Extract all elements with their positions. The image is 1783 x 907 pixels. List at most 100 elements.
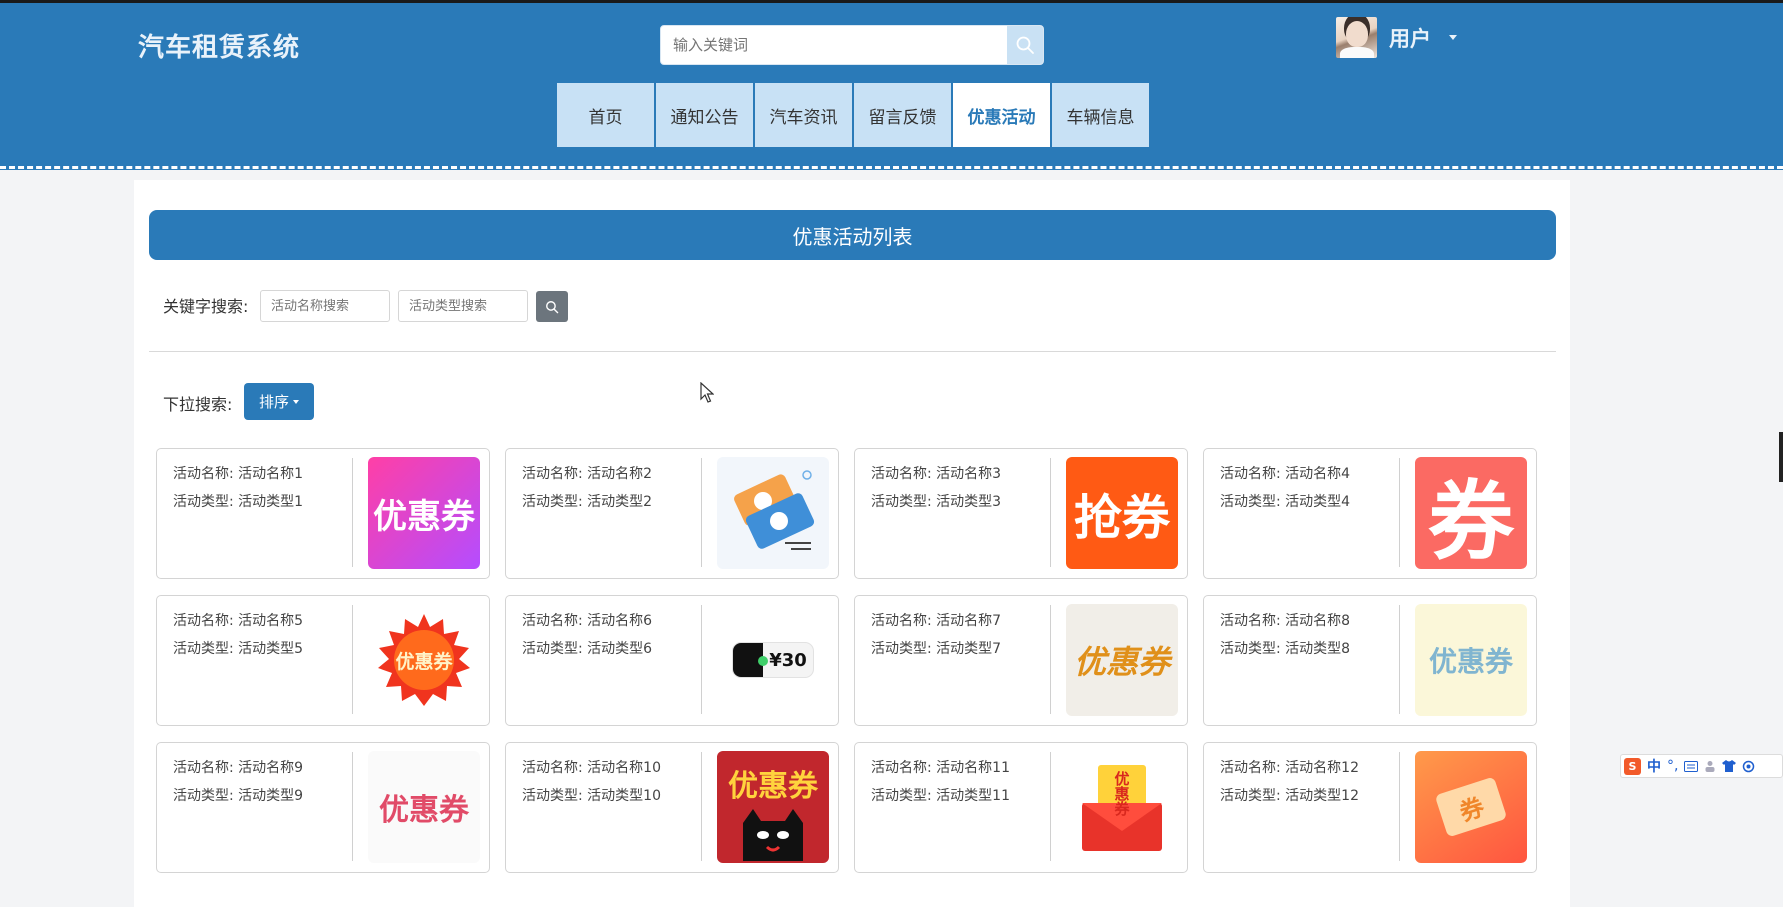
- activity-type: 活动类型: 活动类型10: [522, 788, 661, 804]
- activity-type: 活动类型: 活动类型12: [1220, 788, 1359, 804]
- promotion-card[interactable]: 活动名称: 活动名称1 活动类型: 活动类型1 优惠券: [156, 448, 490, 579]
- activity-type: 活动类型: 活动类型7: [871, 641, 1002, 657]
- coupon-image-text: 抢券: [1073, 490, 1170, 546]
- promotion-card[interactable]: 活动名称: 活动名称11 活动类型: 活动类型11 优惠券: [854, 742, 1188, 873]
- top-header: 汽车租赁系统 用户 首页 通知公告 汽车资讯 留言反馈 优惠活动 车辆信息: [0, 0, 1783, 170]
- search-icon: [1016, 36, 1034, 54]
- user-menu[interactable]: 用户: [1336, 17, 1457, 58]
- chevron-down-icon: [1449, 35, 1457, 40]
- promotion-card[interactable]: 活动名称: 活动名称9 活动类型: 活动类型9 优惠券: [156, 742, 490, 873]
- site-brand[interactable]: 汽车租赁系统: [138, 27, 300, 64]
- nav-item-feedback[interactable]: 留言反馈: [854, 83, 951, 147]
- settings-icon[interactable]: [1742, 760, 1755, 773]
- nav-item-notices[interactable]: 通知公告: [656, 83, 753, 147]
- card-separator: [352, 458, 353, 567]
- voucher-pill-left: [733, 643, 768, 677]
- card-separator: [1050, 458, 1051, 567]
- global-search-button[interactable]: [1007, 26, 1043, 64]
- ticket-icon: [734, 470, 815, 550]
- caret-down-icon: [293, 399, 299, 404]
- coupon-image-text: 优惠券: [395, 650, 453, 673]
- divider: [149, 351, 1556, 352]
- activity-type-search-input[interactable]: [398, 290, 528, 322]
- activity-name: 活动名称: 活动名称2: [522, 466, 653, 482]
- coupon-image: 优惠券: [368, 604, 480, 716]
- card-separator: [701, 458, 702, 567]
- activity-name: 活动名称: 活动名称4: [1220, 466, 1351, 482]
- global-search: [660, 25, 1044, 65]
- card-separator: [1399, 458, 1400, 567]
- ime-chinese-mode[interactable]: 中: [1647, 756, 1661, 776]
- activity-type: 活动类型: 活动类型5: [173, 641, 304, 657]
- coupon-image: ¥30: [717, 604, 829, 716]
- promotion-card[interactable]: 活动名称: 活动名称8 活动类型: 活动类型8 优惠券: [1203, 595, 1537, 726]
- card-separator: [1050, 605, 1051, 714]
- promotion-card[interactable]: 活动名称: 活动名称6 活动类型: 活动类型6 ¥30: [505, 595, 839, 726]
- ime-toolbar[interactable]: S 中 °,: [1620, 754, 1783, 778]
- coupon-image-text: 优惠券: [728, 769, 818, 804]
- activity-name: 活动名称: 活动名称3: [871, 466, 1002, 482]
- user-icon[interactable]: [1704, 760, 1716, 772]
- promotion-card[interactable]: 活动名称: 活动名称12 活动类型: 活动类型12 券: [1203, 742, 1537, 873]
- coupon-image: 券: [1415, 751, 1527, 863]
- coupon-image: 优惠券: [1066, 604, 1178, 716]
- window-edge-handle: [1779, 432, 1783, 482]
- activity-type: 活动类型: 活动类型6: [522, 641, 653, 657]
- activity-name: 活动名称: 活动名称8: [1220, 613, 1351, 629]
- global-search-input[interactable]: [661, 26, 1009, 64]
- skin-shirt-icon[interactable]: [1722, 760, 1737, 772]
- coupon-image-text: 券: [1456, 792, 1488, 827]
- voucher-pill: ¥30: [732, 642, 814, 678]
- ime-logo-icon[interactable]: S: [1624, 757, 1641, 775]
- coupon-image: 优惠券: [717, 751, 829, 863]
- promotion-card[interactable]: 活动名称: 活动名称4 活动类型: 活动类型4 券: [1203, 448, 1537, 579]
- card-separator: [352, 605, 353, 714]
- card-separator: [352, 752, 353, 861]
- card-separator: [701, 605, 702, 714]
- activity-type: 活动类型: 活动类型8: [1220, 641, 1351, 657]
- activity-type: 活动类型: 活动类型1: [173, 494, 304, 510]
- keyword-search-button[interactable]: [536, 291, 568, 322]
- coupon-image: 优惠券: [368, 751, 480, 863]
- activity-type: 活动类型: 活动类型4: [1220, 494, 1351, 510]
- main-nav: 首页 通知公告 汽车资讯 留言反馈 优惠活动 车辆信息: [557, 83, 1151, 147]
- punctuation-icon[interactable]: °,: [1667, 758, 1678, 774]
- promotion-card[interactable]: 活动名称: 活动名称5 活动类型: 活动类型5 优惠券: [156, 595, 490, 726]
- activity-name: 活动名称: 活动名称12: [1220, 760, 1359, 776]
- coupon-image: 优惠券: [368, 457, 480, 569]
- coupon-image: 优惠券: [1415, 604, 1527, 716]
- promotion-card[interactable]: 活动名称: 活动名称2 活动类型: 活动类型2: [505, 448, 839, 579]
- nav-item-promotions[interactable]: 优惠活动: [953, 83, 1050, 147]
- promotion-card[interactable]: 活动名称: 活动名称7 活动类型: 活动类型7 优惠券: [854, 595, 1188, 726]
- user-name: 用户: [1389, 26, 1431, 51]
- activity-name: 活动名称: 活动名称9: [173, 760, 304, 776]
- coupon-image-text: 优惠券: [1112, 771, 1131, 816]
- activity-type: 活动类型: 活动类型9: [173, 788, 304, 804]
- activity-name: 活动名称: 活动名称11: [871, 760, 1010, 776]
- nav-item-home[interactable]: 首页: [557, 83, 654, 147]
- coupon-image-text: 券: [1428, 471, 1514, 570]
- coupon-image-text: 优惠券: [379, 793, 469, 828]
- keyboard-icon[interactable]: [1684, 760, 1699, 772]
- ticket-image: [717, 457, 829, 569]
- coupon-image: 券: [1415, 457, 1527, 569]
- coupon-image-text: 优惠券: [373, 496, 475, 537]
- activity-type: 活动类型: 活动类型11: [871, 788, 1010, 804]
- nav-item-car-news[interactable]: 汽车资讯: [755, 83, 852, 147]
- page-title: 优惠活动列表: [149, 210, 1556, 260]
- coupon-image-text: 优惠券: [1073, 643, 1170, 681]
- sort-dropdown-button[interactable]: 排序: [244, 383, 314, 420]
- card-separator: [701, 752, 702, 861]
- activity-name-search-input[interactable]: [260, 290, 390, 322]
- promotion-card[interactable]: 活动名称: 活动名称10 活动类型: 活动类型10 优惠券: [505, 742, 839, 873]
- mouse-cursor-icon: [700, 382, 714, 403]
- coupon-image: 优惠券: [1066, 751, 1178, 863]
- coupon-image-text: 优惠券: [1428, 645, 1513, 678]
- search-icon: [546, 300, 559, 313]
- promotion-card[interactable]: 活动名称: 活动名称3 活动类型: 活动类型3 抢券: [854, 448, 1188, 579]
- activity-name: 活动名称: 活动名称7: [871, 613, 1002, 629]
- card-separator: [1399, 605, 1400, 714]
- nav-item-vehicles[interactable]: 车辆信息: [1052, 83, 1149, 147]
- card-separator: [1050, 752, 1051, 861]
- coupon-image: 抢券: [1066, 457, 1178, 569]
